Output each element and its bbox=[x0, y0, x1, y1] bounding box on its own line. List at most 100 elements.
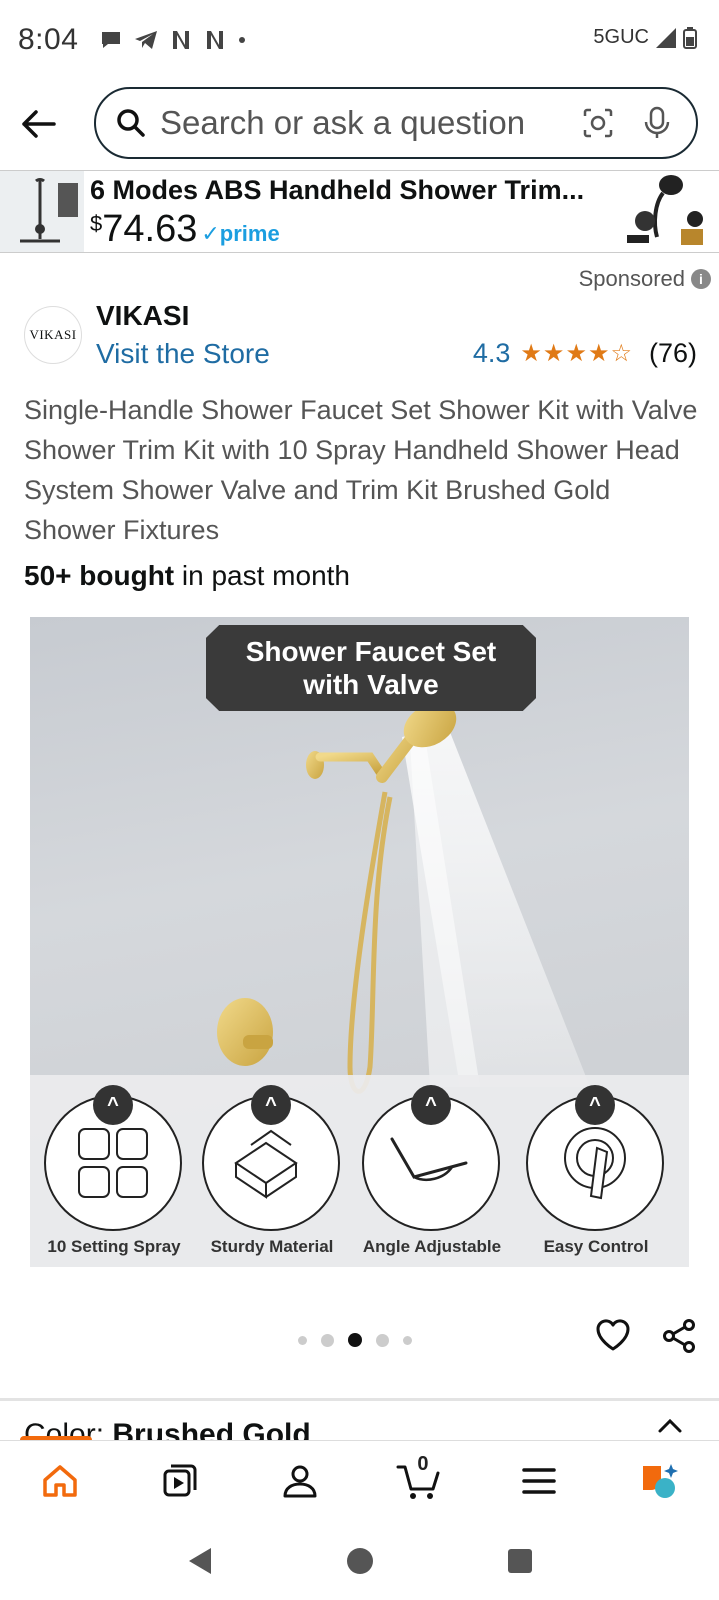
star-rating-icon: ★★★★☆ bbox=[520, 340, 633, 367]
brand-name: VIKASI bbox=[96, 300, 190, 331]
nav-video[interactable] bbox=[120, 1441, 240, 1520]
search-icon bbox=[117, 109, 145, 137]
banner-product-image bbox=[619, 171, 719, 252]
feature-item: ^ Angle Adjustable bbox=[362, 1085, 502, 1257]
status-right: 5GUC bbox=[593, 26, 697, 49]
nav-account[interactable] bbox=[240, 1441, 360, 1520]
search-input[interactable]: Search or ask a question bbox=[94, 87, 698, 159]
rufus-icon bbox=[643, 1463, 679, 1498]
image-actions bbox=[595, 1318, 697, 1354]
battery-icon bbox=[683, 26, 697, 49]
color-selector[interactable]: Color: Brushed Gold bbox=[24, 1418, 664, 1440]
search-header: Search or ask a question bbox=[0, 84, 719, 164]
feature-circle: ^ bbox=[44, 1085, 182, 1231]
dot-icon bbox=[239, 37, 246, 43]
brand-logo[interactable]: VIKASI bbox=[24, 306, 82, 364]
system-back-icon[interactable] bbox=[185, 1545, 215, 1577]
menu-icon bbox=[522, 1467, 556, 1494]
bottom-navigation: 0 bbox=[0, 1440, 719, 1520]
notification-icons bbox=[100, 29, 246, 51]
home-icon bbox=[43, 1464, 77, 1497]
feature-strip: ^ 10 Setting Spray ^ Sturdy Material ^ A… bbox=[30, 1075, 689, 1267]
back-button[interactable] bbox=[0, 86, 76, 162]
info-icon[interactable]: i bbox=[691, 269, 711, 289]
carousel-dot[interactable] bbox=[321, 1333, 334, 1347]
chat-bubble-icon bbox=[102, 32, 121, 48]
arrow-left-icon bbox=[22, 110, 56, 138]
feature-label: Sturdy Material bbox=[210, 1237, 334, 1256]
system-recents-icon[interactable] bbox=[506, 1547, 534, 1575]
grid-icon bbox=[78, 1128, 148, 1198]
feature-label: Easy Control bbox=[543, 1237, 649, 1256]
video-icon bbox=[163, 1464, 197, 1496]
chevron-up-icon: ^ bbox=[93, 1085, 133, 1125]
chevron-up-icon[interactable] bbox=[657, 1418, 683, 1434]
chevron-up-icon: ^ bbox=[411, 1085, 451, 1125]
cart-count: 0 bbox=[417, 1453, 429, 1475]
feature-circle: ^ bbox=[202, 1085, 340, 1231]
feature-circle: ^ bbox=[362, 1085, 500, 1231]
prime-label: prime bbox=[219, 221, 280, 246]
share-icon[interactable] bbox=[661, 1318, 697, 1354]
status-bar: 8:04 5GUC bbox=[0, 0, 719, 80]
shower-thumbnail-image bbox=[0, 171, 84, 252]
visit-store-link[interactable]: Visit the Store bbox=[96, 338, 270, 370]
product-title: Single-Handle Shower Faucet Set Shower K… bbox=[24, 395, 698, 545]
microphone-icon[interactable] bbox=[644, 106, 670, 140]
carousel-dot[interactable] bbox=[376, 1333, 389, 1347]
rating-value: 4.3 bbox=[472, 338, 511, 368]
banner-thumbnail bbox=[0, 171, 84, 252]
blocks-icon bbox=[234, 1129, 298, 1199]
feature-circle: ^ bbox=[526, 1085, 664, 1231]
carousel-dot[interactable] bbox=[298, 1335, 307, 1345]
rating-summary[interactable]: 4.3 ★★★★☆ (76) bbox=[473, 338, 697, 369]
handheld-shower-image bbox=[627, 175, 703, 245]
nav-home[interactable] bbox=[0, 1441, 120, 1520]
heart-icon[interactable] bbox=[595, 1318, 631, 1352]
feature-label: Angle Adjustable bbox=[362, 1237, 502, 1256]
carousel-dot[interactable] bbox=[403, 1335, 412, 1345]
prime-badge: ✓prime bbox=[201, 221, 280, 246]
system-navigation bbox=[0, 1522, 719, 1600]
chevron-up-icon: ^ bbox=[575, 1085, 615, 1125]
feature-item: ^ Easy Control bbox=[526, 1085, 666, 1257]
nav-rufus[interactable] bbox=[599, 1441, 719, 1520]
image-caption: Shower Faucet Set with Valve bbox=[206, 625, 536, 711]
rating-count: (76) bbox=[648, 338, 697, 368]
chevron-up-icon: ^ bbox=[251, 1085, 291, 1125]
banner-price: $ 74.63 ✓prime bbox=[90, 208, 613, 251]
price-value: 74.63 bbox=[102, 208, 198, 250]
nav-cart[interactable]: 0 bbox=[359, 1441, 479, 1520]
bought-bold: 50+ bought bbox=[24, 560, 175, 591]
network-label: 5GUC bbox=[593, 26, 649, 48]
telegram-icon bbox=[135, 31, 158, 49]
caption-line2: with Valve bbox=[303, 669, 439, 700]
search-placeholder: Search or ask a question bbox=[160, 104, 526, 141]
carousel-dot-active[interactable] bbox=[348, 1333, 362, 1347]
netflix-n-icon bbox=[173, 31, 190, 49]
sponsored-product-banner[interactable]: 6 Modes ABS Handheld Shower Trim... $ 74… bbox=[0, 170, 719, 253]
feature-label: 10 Setting Spray bbox=[47, 1237, 181, 1256]
product-main-image[interactable]: Shower Faucet Set with Valve ^ 10 Settin… bbox=[30, 617, 689, 1267]
system-home-icon[interactable] bbox=[345, 1546, 375, 1576]
feature-item: ^ 10 Setting Spray bbox=[44, 1085, 184, 1257]
sponsored-label[interactable]: Sponsored i bbox=[579, 266, 711, 292]
nav-menu[interactable] bbox=[479, 1441, 599, 1520]
caption-line1: Shower Faucet Set bbox=[245, 636, 497, 667]
carousel-dots bbox=[298, 1333, 412, 1347]
netflix-n-icon bbox=[207, 31, 224, 49]
banner-title: 6 Modes ABS Handheld Shower Trim... bbox=[90, 175, 585, 205]
account-icon bbox=[283, 1465, 317, 1497]
handle-icon bbox=[564, 1127, 626, 1200]
bought-count: 50+ bought in past month bbox=[24, 560, 350, 592]
camera-lens-icon[interactable] bbox=[582, 107, 614, 139]
signal-icon bbox=[656, 27, 676, 48]
price-symbol: $ bbox=[90, 211, 103, 236]
angle-icon bbox=[390, 1137, 468, 1181]
sponsored-text: Sponsored bbox=[578, 266, 685, 291]
status-time: 8:04 bbox=[18, 23, 79, 56]
section-divider bbox=[0, 1398, 719, 1401]
bought-rest: in past month bbox=[174, 560, 350, 591]
feature-item: ^ Sturdy Material bbox=[202, 1085, 342, 1257]
color-value: Brushed Gold bbox=[112, 1418, 311, 1440]
